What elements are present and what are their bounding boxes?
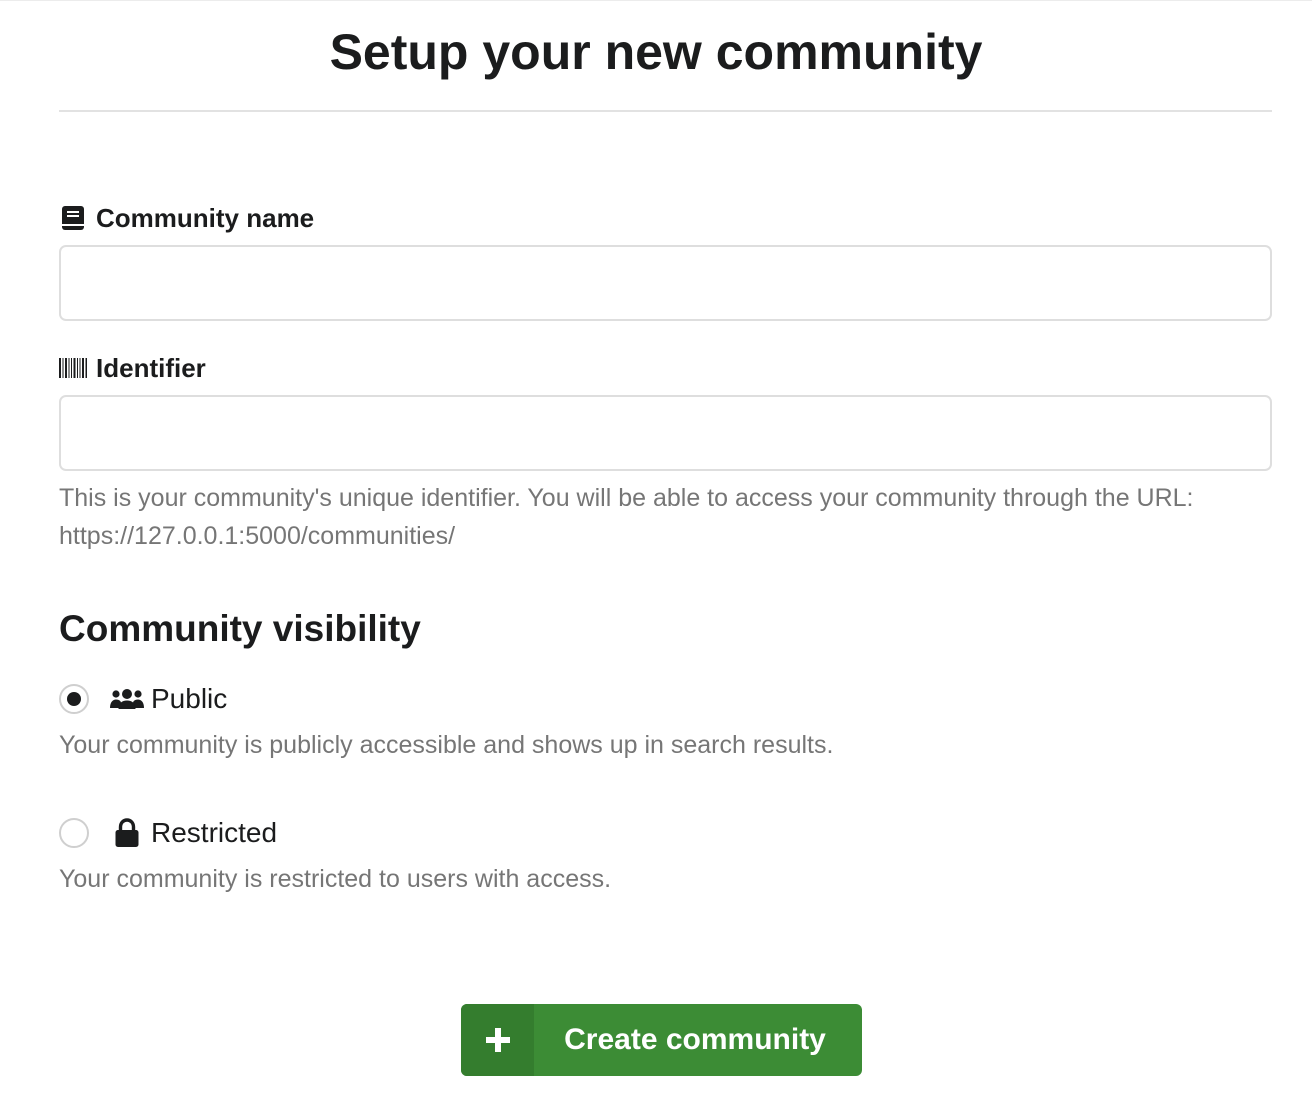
users-icon: [109, 682, 145, 716]
radio-selected-dot: [67, 692, 81, 706]
book-icon: [59, 204, 87, 232]
create-community-page: Setup your new community Community name: [0, 0, 1312, 1114]
public-label: Public: [151, 683, 228, 714]
identifier-label: Identifier: [59, 353, 206, 383]
community-name-label-text: Community name: [96, 202, 315, 233]
identifier-help-text: This is your community's unique identifi…: [59, 484, 1194, 512]
barcode-icon: [59, 354, 87, 382]
restricted-label: Restricted: [151, 817, 278, 848]
create-community-button-label: Create community: [564, 1023, 826, 1056]
create-community-button[interactable]: Create community: [461, 1004, 862, 1076]
identifier-help-url: https://127.0.0.1:5000/communities/: [59, 522, 456, 550]
page-title: Setup your new community: [329, 24, 983, 80]
restricted-description: Your community is restricted to users wi…: [59, 865, 612, 893]
identifier-help: This is your community's unique identifi…: [59, 479, 1272, 555]
lock-icon: [109, 816, 145, 850]
community-name-input[interactable]: [59, 245, 1272, 321]
visibility-heading: Community visibility: [59, 608, 421, 649]
public-description: Your community is publicly accessible an…: [59, 731, 834, 759]
public-radio[interactable]: [59, 684, 89, 714]
identifier-label-text: Identifier: [96, 352, 206, 383]
identifier-input[interactable]: [59, 395, 1272, 471]
community-name-label: Community name: [59, 203, 314, 233]
title-divider: [59, 110, 1272, 112]
visibility-option-public[interactable]: Public: [59, 682, 227, 716]
visibility-option-restricted[interactable]: Restricted: [59, 816, 277, 850]
restricted-radio[interactable]: [59, 818, 89, 848]
plus-icon: [461, 1004, 534, 1076]
